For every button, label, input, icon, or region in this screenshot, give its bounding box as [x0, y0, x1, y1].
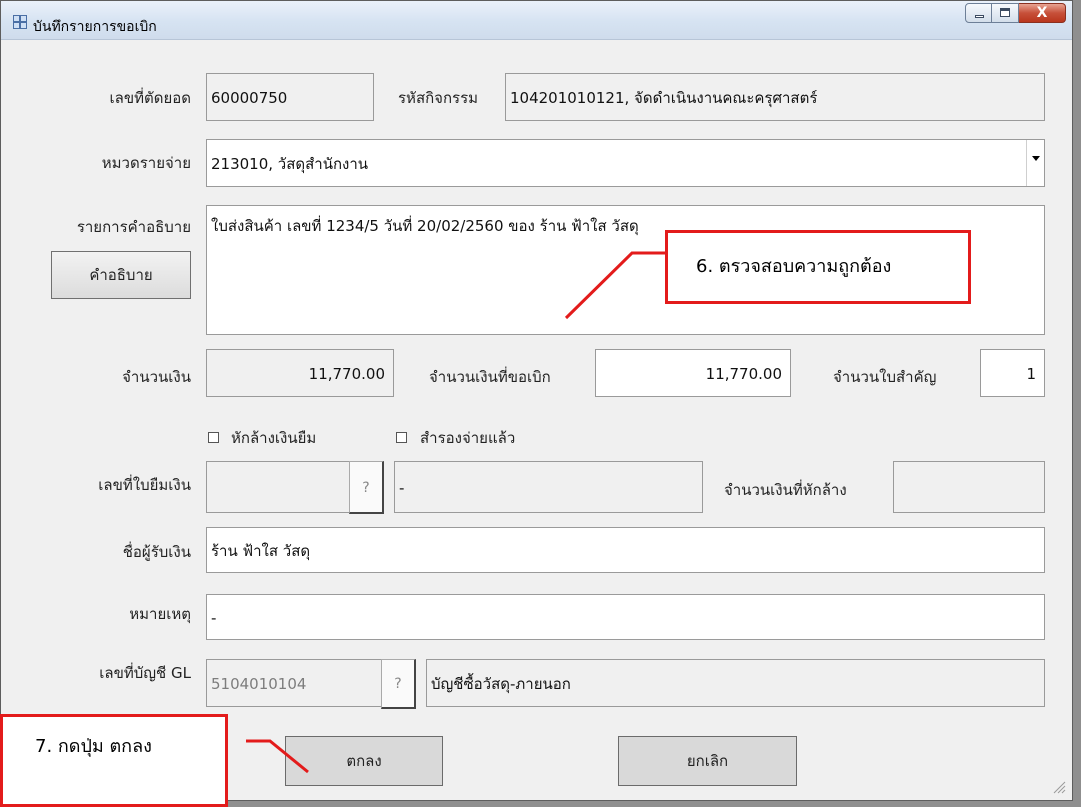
ok-button[interactable]: ตกลง [285, 736, 443, 786]
request-amount-label: จำนวนเงินที่ขอเบิก [429, 368, 551, 386]
expense-category-label: หมวดรายจ่าย [101, 154, 191, 172]
caption-buttons: X [965, 3, 1066, 23]
title-bar[interactable]: บันทึกรายการขอเบิก X [1, 1, 1072, 40]
chevron-down-icon[interactable] [1026, 140, 1044, 186]
deduct-loan-label: หักล้างเงินยืม [231, 429, 317, 447]
step6-callout: 6. ตรวจสอบความถูกต้อง [665, 230, 971, 304]
advance-paid-label: สำรองจ่ายแล้ว [420, 429, 516, 447]
expense-category-select[interactable]: 213010, วัสดุสำนักงาน [206, 139, 1045, 187]
request-amount-field[interactable]: 11,770.00 [595, 349, 791, 397]
step7-callout: 7. กดปุ่ม ตกลง [0, 714, 228, 807]
cut-no-field[interactable]: 60000750 [206, 73, 374, 121]
advance-paid-checkbox[interactable] [396, 432, 407, 443]
deduct-amount-field[interactable] [893, 461, 1045, 513]
remark-field[interactable]: - [206, 594, 1045, 640]
minimize-button[interactable] [965, 3, 992, 23]
app-icon [13, 15, 27, 29]
description-button[interactable]: คำอธิบาย [51, 251, 191, 299]
amount-field[interactable]: 11,770.00 [206, 349, 394, 397]
activity-code-label: รหัสกิจกรรม [398, 89, 479, 107]
activity-code-field[interactable]: 104201010121, จัดดำเนินงานคณะครุศาสตร์ [505, 73, 1045, 121]
gl-help-button[interactable]: ? [381, 659, 416, 709]
gl-name-field[interactable]: บัญชีซื้อวัสดุ-ภายนอก [426, 659, 1045, 707]
loan-desc-field[interactable]: - [394, 461, 703, 513]
payee-field[interactable]: ร้าน ฟ้าใส วัสดุ [206, 527, 1045, 573]
expense-request-window: บันทึกรายการขอเบิก X เลขที่ตัดยอด 600007… [0, 0, 1073, 801]
deduct-loan-checkbox[interactable] [208, 432, 219, 443]
window-title: บันทึกรายการขอเบิก [33, 19, 157, 35]
deduct-amount-label: จำนวนเงินที่หักล้าง [724, 481, 847, 499]
close-button[interactable]: X [1019, 3, 1066, 23]
loan-no-label: เลขที่ใบยืมเงิน [98, 476, 191, 494]
gl-field[interactable]: 5104010104 [206, 659, 382, 707]
close-icon: X [1036, 5, 1048, 21]
loan-help-button[interactable]: ? [349, 461, 384, 514]
gl-label: เลขที่บัญชี GL [99, 664, 191, 682]
loan-no-field[interactable] [206, 461, 351, 513]
receipt-count-field[interactable]: 1 [980, 349, 1045, 397]
resize-grip-icon[interactable] [1052, 780, 1066, 794]
receipt-count-label: จำนวนใบสำคัญ [833, 368, 937, 386]
cut-no-label: เลขที่ตัดยอด [109, 89, 191, 107]
remark-label: หมายเหตุ [129, 605, 191, 623]
description-label: รายการคำอธิบาย [76, 218, 191, 236]
maximize-button[interactable] [992, 3, 1019, 23]
expense-category-value: 213010, วัสดุสำนักงาน [211, 155, 369, 173]
payee-label: ชื่อผู้รับเงิน [122, 543, 191, 561]
amount-label: จำนวนเงิน [122, 368, 191, 386]
cancel-button[interactable]: ยกเลิก [618, 736, 797, 786]
